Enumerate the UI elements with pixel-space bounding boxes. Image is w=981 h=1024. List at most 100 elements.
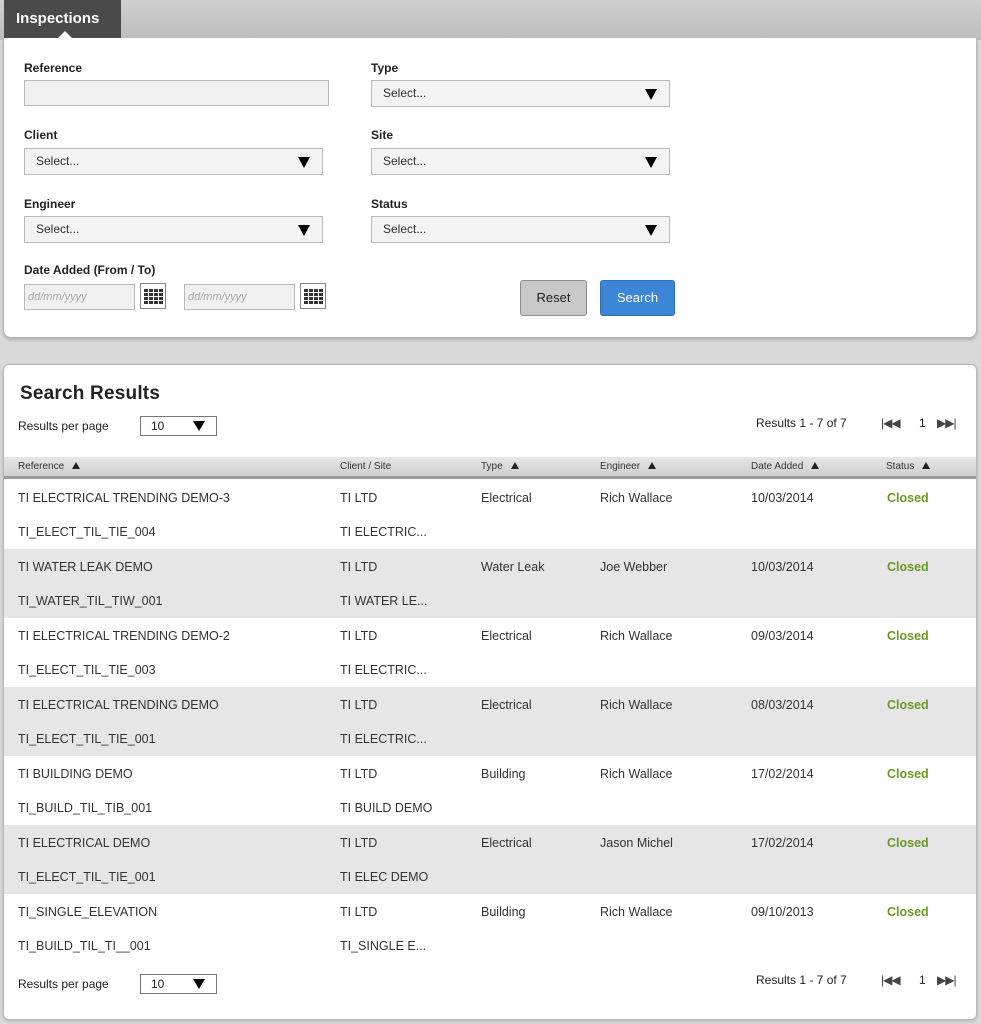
status-select[interactable]: Select... <box>371 216 670 243</box>
calendar-icon[interactable] <box>300 283 326 309</box>
row-engineer: Jason Michel <box>600 836 673 850</box>
row-type: Building <box>481 767 526 781</box>
site-label: Site <box>371 128 394 142</box>
calendar-icon[interactable] <box>140 283 166 309</box>
sort-asc-icon <box>510 462 519 469</box>
first-page-icon[interactable]: |◀◀ <box>881 416 901 430</box>
row-engineer: Rich Wallace <box>600 905 673 919</box>
row-date-added: 09/10/2013 <box>751 905 814 919</box>
row-client: TI LTD <box>340 767 378 781</box>
table-row[interactable]: TI WATER LEAK DEMO TI_WATER_TIL_TIW_001 … <box>4 549 976 618</box>
row-date-added: 17/02/2014 <box>751 836 814 850</box>
results-per-page-select[interactable]: 10 <box>140 416 217 436</box>
row-date-added: 10/03/2014 <box>751 491 814 505</box>
column-date-added-label: Date Added <box>751 461 804 472</box>
table-row[interactable]: TI ELECTRICAL DEMO TI_ELECT_TIL_TIE_001 … <box>4 825 976 894</box>
table-row[interactable]: TI_SINGLE_ELEVATION TI_BUILD_TIL_TI__001… <box>4 894 976 963</box>
page-number[interactable]: 1 <box>919 973 926 987</box>
row-client: TI LTD <box>340 698 378 712</box>
reference-input[interactable] <box>24 80 329 106</box>
row-engineer: Rich Wallace <box>600 698 673 712</box>
table-row[interactable]: TI ELECTRICAL TRENDING DEMO TI_ELECT_TIL… <box>4 687 976 756</box>
engineer-select-value: Select... <box>36 222 80 236</box>
row-status: Closed <box>887 629 929 643</box>
row-engineer: Rich Wallace <box>600 767 673 781</box>
type-select[interactable]: Select... <box>371 80 670 107</box>
sort-asc-icon <box>811 462 820 469</box>
sort-asc-icon <box>922 462 931 469</box>
tab-notch <box>57 31 73 39</box>
table-row[interactable]: TI ELECTRICAL TRENDING DEMO-2 TI_ELECT_T… <box>4 618 976 687</box>
chevron-down-icon <box>193 421 205 431</box>
row-engineer: Rich Wallace <box>600 629 673 643</box>
row-reference[interactable]: TI ELECTRICAL TRENDING DEMO-3 <box>18 491 230 505</box>
engineer-select[interactable]: Select... <box>24 216 323 243</box>
row-reference-code: TI_WATER_TIL_TIW_001 <box>18 594 163 608</box>
row-status: Closed <box>887 698 929 712</box>
type-label: Type <box>371 61 399 75</box>
site-select[interactable]: Select... <box>371 148 670 175</box>
row-status: Closed <box>887 767 929 781</box>
last-page-icon[interactable]: ▶▶| <box>937 416 957 430</box>
row-status: Closed <box>887 491 929 505</box>
chevron-down-icon <box>645 89 657 100</box>
date-to-input[interactable]: dd/mm/yyyy <box>184 284 295 310</box>
column-status[interactable]: Status <box>886 461 931 472</box>
first-page-icon[interactable]: |◀◀ <box>881 973 901 987</box>
table-row[interactable]: TI ELECTRICAL TRENDING DEMO-3 TI_ELECT_T… <box>4 480 976 549</box>
row-status: Closed <box>887 560 929 574</box>
row-reference[interactable]: TI_SINGLE_ELEVATION <box>18 905 157 919</box>
results-table-header: Reference Client / Site Type Engineer Da… <box>4 457 976 479</box>
row-date-added: 09/03/2014 <box>751 629 814 643</box>
row-reference-code: TI_BUILD_TIL_TIB_001 <box>18 801 153 815</box>
column-reference[interactable]: Reference <box>18 461 81 472</box>
column-engineer-label: Engineer <box>600 461 641 472</box>
row-reference[interactable]: TI ELECTRICAL DEMO <box>18 836 150 850</box>
row-type: Electrical <box>481 491 532 505</box>
page-number[interactable]: 1 <box>919 416 926 430</box>
row-reference-code: TI_ELECT_TIL_TIE_001 <box>18 870 156 884</box>
row-client: TI LTD <box>340 629 378 643</box>
chevron-down-icon <box>298 157 310 168</box>
row-site: TI ELECTRIC... <box>340 525 427 539</box>
results-summary: Results 1 - 7 of 7 <box>756 973 847 987</box>
column-client-site[interactable]: Client / Site <box>340 461 391 472</box>
row-client: TI LTD <box>340 905 378 919</box>
last-page-icon[interactable]: ▶▶| <box>937 973 957 987</box>
row-type: Building <box>481 905 526 919</box>
column-type[interactable]: Type <box>481 461 519 472</box>
row-reference[interactable]: TI ELECTRICAL TRENDING DEMO <box>18 698 219 712</box>
tab-label: Inspections <box>16 10 100 27</box>
column-date-added[interactable]: Date Added <box>751 461 820 472</box>
site-select-value: Select... <box>383 154 427 168</box>
results-per-page-select[interactable]: 10 <box>140 974 217 994</box>
row-date-added: 17/02/2014 <box>751 767 814 781</box>
top-bar <box>0 0 981 40</box>
row-engineer: Rich Wallace <box>600 491 673 505</box>
search-button[interactable]: Search <box>600 280 675 316</box>
client-select[interactable]: Select... <box>24 148 323 175</box>
row-status: Closed <box>887 836 929 850</box>
reset-button[interactable]: Reset <box>520 280 587 316</box>
results-per-page-label: Results per page <box>18 419 109 433</box>
table-row[interactable]: TI BUILDING DEMO TI_BUILD_TIL_TIB_001 TI… <box>4 756 976 825</box>
status-select-value: Select... <box>383 222 427 236</box>
date-from-input[interactable]: dd/mm/yyyy <box>24 284 135 310</box>
chevron-down-icon <box>645 225 657 236</box>
row-reference[interactable]: TI BUILDING DEMO <box>18 767 133 781</box>
row-site: TI ELEC DEMO <box>340 870 429 884</box>
column-engineer[interactable]: Engineer <box>600 461 657 472</box>
chevron-down-icon <box>193 979 205 989</box>
column-type-label: Type <box>481 461 503 472</box>
client-select-value: Select... <box>36 154 80 168</box>
engineer-label: Engineer <box>24 197 76 211</box>
row-date-added: 10/03/2014 <box>751 560 814 574</box>
column-reference-label: Reference <box>18 461 65 472</box>
row-reference-code: TI_ELECT_TIL_TIE_004 <box>18 525 156 539</box>
results-per-page-value: 10 <box>151 977 165 991</box>
column-status-label: Status <box>886 461 915 472</box>
row-reference[interactable]: TI WATER LEAK DEMO <box>18 560 153 574</box>
row-date-added: 08/03/2014 <box>751 698 814 712</box>
row-reference[interactable]: TI ELECTRICAL TRENDING DEMO-2 <box>18 629 230 643</box>
row-type: Water Leak <box>481 560 545 574</box>
